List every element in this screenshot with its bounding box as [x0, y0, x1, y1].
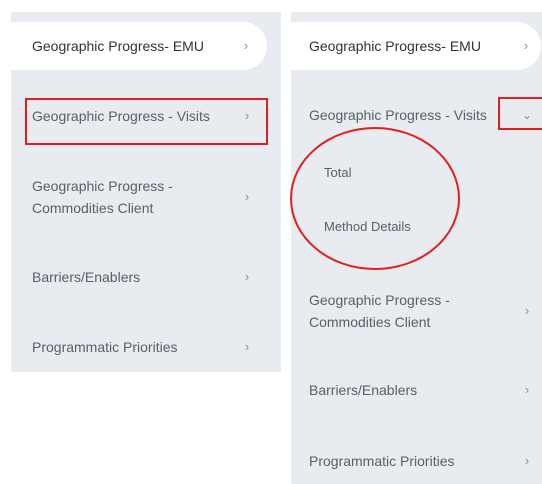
chevron-right-icon: › [244, 189, 250, 204]
nav-item-label: Programmatic Priorities [32, 339, 178, 355]
nav-item-label: Geographic Progress - Visits [309, 107, 487, 123]
highlight-ellipse-annotation [290, 127, 460, 270]
nav-item-label: Programmatic Priorities [309, 453, 455, 469]
nav-item-label: Geographic Progress - Commodities Client [32, 178, 173, 216]
nav-item-geographic-progress-emu[interactable]: Geographic Progress- EMU › [291, 22, 541, 70]
chevron-right-icon: › [524, 303, 530, 318]
chevron-right-icon: › [244, 339, 250, 354]
nav-item-programmatic-priorities[interactable]: Programmatic Priorities › [291, 449, 542, 473]
nav-item-label: Geographic Progress - Commodities Client [309, 292, 450, 330]
nav-item-barriers-enablers[interactable]: Barriers/Enablers › [291, 378, 542, 402]
chevron-right-icon: › [244, 269, 250, 284]
nav-item-label: Barriers/Enablers [309, 382, 418, 398]
nav-item-geographic-progress-commodities-client[interactable]: Geographic Progress - Commodities Client… [291, 288, 542, 334]
nav-item-programmatic-priorities[interactable]: Programmatic Priorities › [11, 335, 269, 359]
nav-item-barriers-enablers[interactable]: Barriers/Enablers › [11, 265, 269, 289]
nav-item-geographic-progress-commodities-client[interactable]: Geographic Progress - Commodities Client… [11, 174, 269, 220]
nav-item-geographic-progress-emu[interactable]: Geographic Progress- EMU › [11, 22, 267, 70]
chevron-right-icon: › [243, 38, 249, 53]
highlight-box-annotation [25, 98, 268, 145]
highlight-box-annotation [498, 97, 542, 130]
nav-item-label: Barriers/Enablers [32, 269, 141, 285]
chevron-right-icon: › [524, 382, 530, 397]
nav-item-label: Geographic Progress- EMU [309, 38, 481, 54]
chevron-right-icon: › [523, 38, 529, 53]
nav-item-label: Geographic Progress- EMU [32, 38, 204, 54]
left-nav-panel: Geographic Progress- EMU › Geographic Pr… [11, 12, 281, 372]
chevron-right-icon: › [524, 453, 530, 468]
